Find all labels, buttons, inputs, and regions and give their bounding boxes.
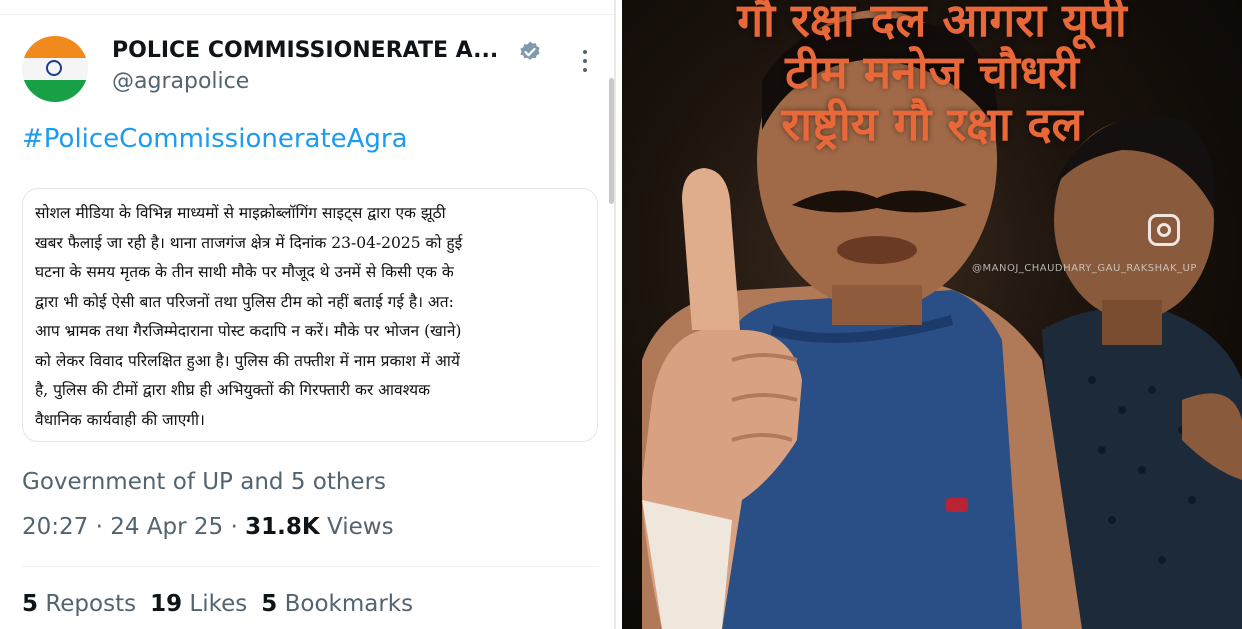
pointing-finger (682, 168, 740, 330)
video-watermark: @MANOJ_CHAUDHARY_GAU_RAKSHAK_UP (972, 263, 1197, 274)
views-label: Views (319, 514, 394, 540)
meta-separator: · (223, 514, 246, 540)
engagement-stats: 5 Reposts 19 Likes 5 Bookmarks (22, 591, 413, 617)
likes-count: 19 (150, 591, 183, 617)
user-handle[interactable]: @agrapolice (112, 69, 249, 94)
more-options-icon[interactable] (580, 50, 590, 76)
top-divider (0, 14, 616, 15)
bookmarks-count: 5 (261, 591, 278, 617)
hashtag-link[interactable]: #PoliceCommissionerateAgra (22, 124, 408, 154)
bookmarks-link[interactable]: 5 Bookmarks (261, 591, 413, 617)
attached-image-card[interactable]: सोशल मीडिया के विभिन्न माध्यमों से माइक्… (22, 188, 598, 442)
reposts-link[interactable]: 5 Reposts (22, 591, 136, 617)
ashoka-chakra-icon (46, 60, 62, 76)
tweet-metadata: 20:27 · 24 Apr 25 · 31.8K Views (22, 514, 394, 540)
video-still: गौ रक्षा दल आगरा यूपी टीम मनोज चौधरी राष… (622, 0, 1242, 629)
likes-link[interactable]: 19 Likes (150, 591, 247, 617)
reposts-label: Reposts (38, 591, 137, 617)
overlay-line-3: राष्ट्रीय गौ रक्षा दल (781, 97, 1083, 151)
tweet-time[interactable]: 20:27 (22, 514, 88, 540)
stats-divider (22, 566, 598, 567)
display-name[interactable]: POLICE COMMISSIONERATE A... (112, 38, 498, 63)
tweet-date[interactable]: 24 Apr 25 (110, 514, 223, 540)
tweet-panel: POLICE COMMISSIONERATE A... @agrapolice … (0, 0, 616, 629)
likes-label: Likes (182, 591, 248, 617)
attached-image-text: सोशल मीडिया के विभिन्न माध्यमों से माइक्… (35, 204, 463, 429)
views-count: 31.8K (245, 514, 320, 540)
reposts-count: 5 (22, 591, 39, 617)
meta-separator: · (88, 514, 111, 540)
bookmarks-label: Bookmarks (277, 591, 414, 617)
avatar[interactable] (22, 36, 88, 102)
social-context[interactable]: Government of UP and 5 others (22, 469, 386, 495)
instagram-icon (1148, 214, 1180, 246)
verified-badge-icon (520, 41, 540, 60)
